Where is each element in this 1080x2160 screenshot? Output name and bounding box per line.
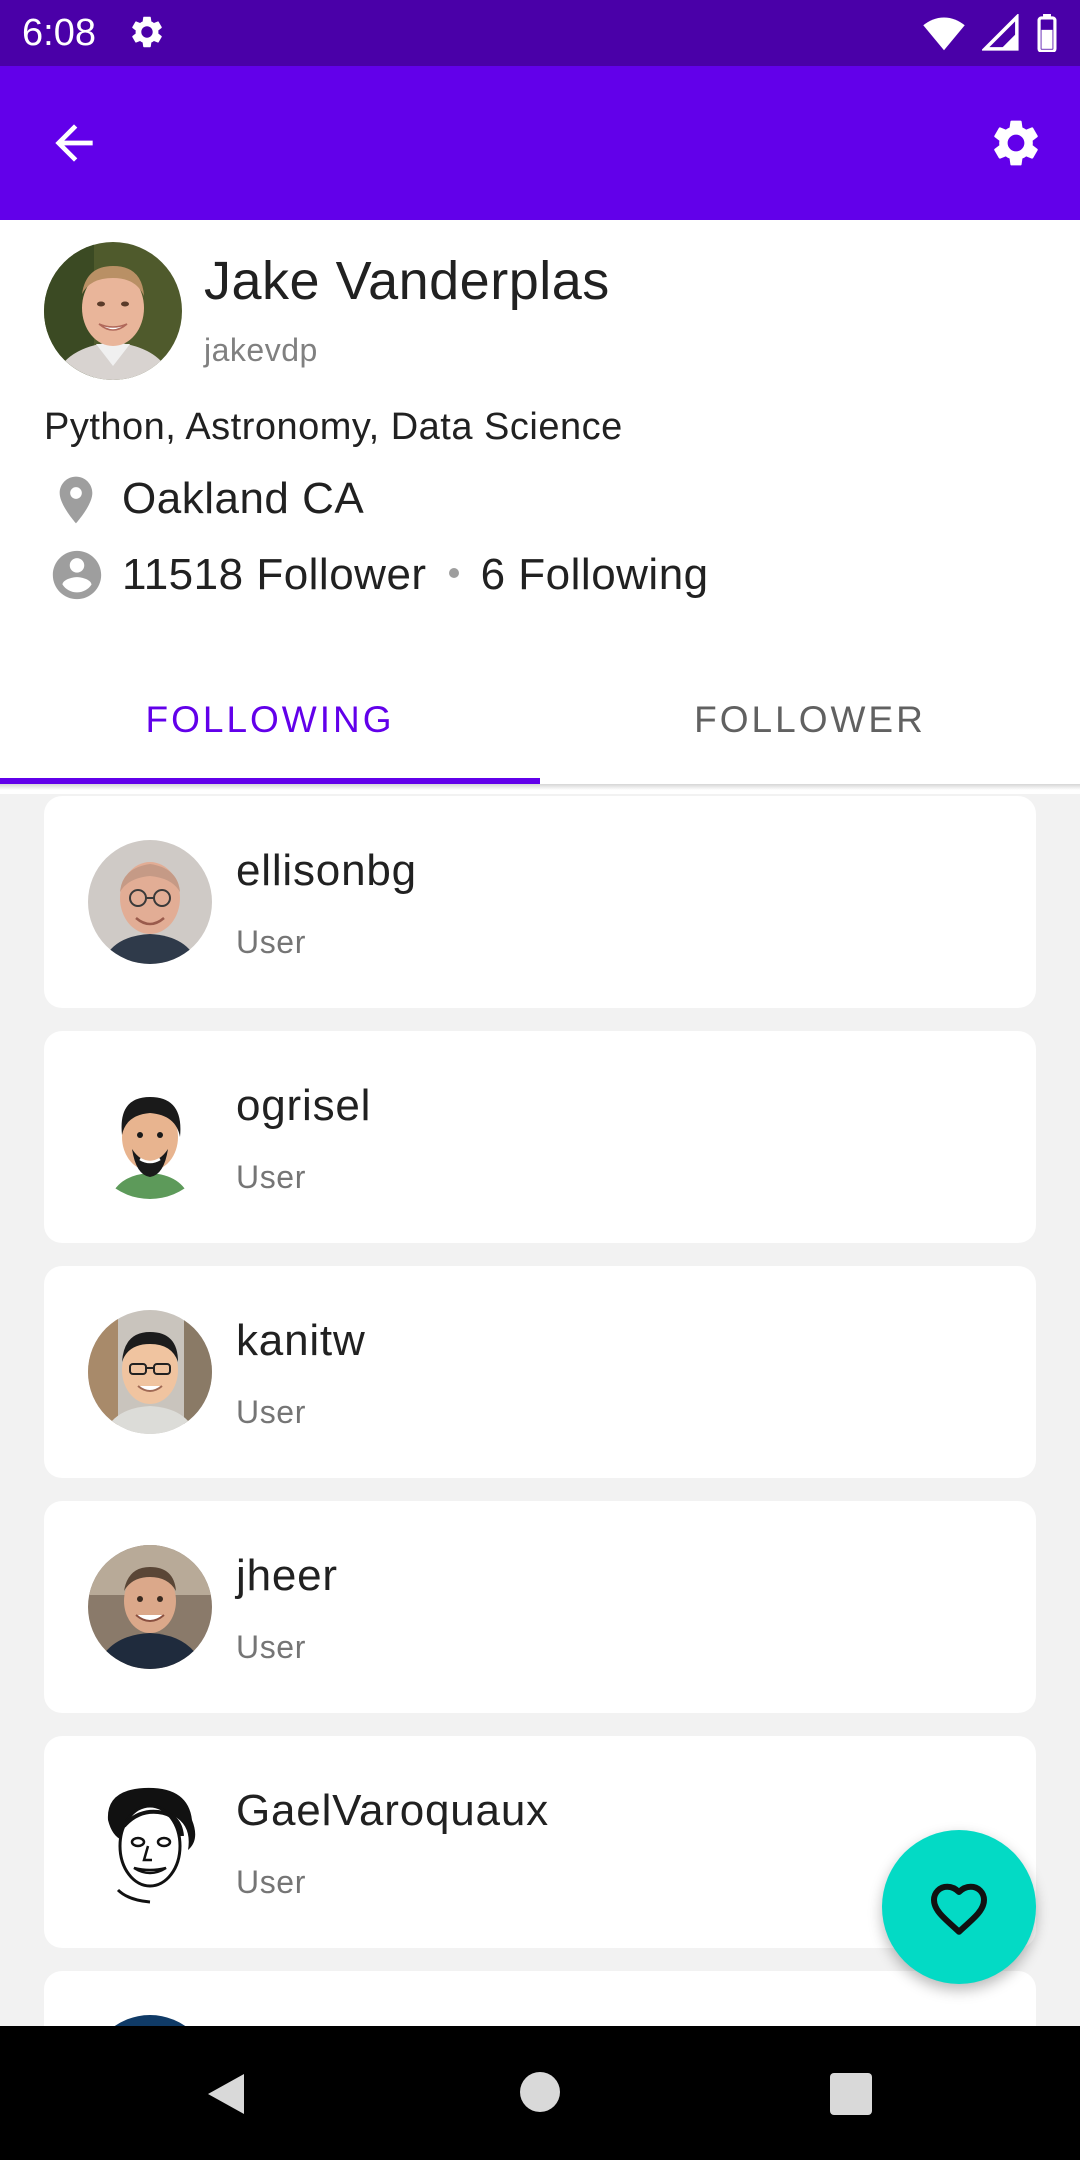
user-type: User <box>236 1159 306 1195</box>
user-type: User <box>236 924 306 960</box>
nav-home-button[interactable] <box>520 2072 560 2112</box>
status-bar: 6:08 <box>0 0 1080 66</box>
list-item[interactable] <box>44 1971 1036 2026</box>
avatar <box>88 1075 212 1199</box>
list-item[interactable]: ellisonbg User <box>44 796 1036 1008</box>
user-type: User <box>236 1864 306 1900</box>
user-type: User <box>236 1629 306 1665</box>
tab-bar: FOLLOWING FOLLOWER <box>0 636 1080 784</box>
heart-outline-icon <box>931 1883 987 1935</box>
user-type: User <box>236 1394 306 1430</box>
profile-name: Jake Vanderplas <box>204 251 610 311</box>
user-name: kanitw <box>236 1316 366 1365</box>
status-icons <box>911 14 1058 52</box>
account-circle-icon <box>48 546 106 609</box>
user-name: GaelVaroquaux <box>236 1786 549 1835</box>
gear-icon <box>994 120 1038 166</box>
status-time: 6:08 <box>22 12 96 54</box>
avatar <box>88 2015 212 2026</box>
avatar <box>88 1310 212 1434</box>
app-bar <box>0 66 1080 220</box>
wifi-icon <box>923 17 965 51</box>
list-item[interactable]: kanitw User <box>44 1266 1036 1478</box>
profile-login: jakevdp <box>204 332 318 368</box>
avatar <box>44 242 182 380</box>
avatar <box>88 840 212 964</box>
profile-location: Oakland CA <box>122 474 365 523</box>
system-nav-bar <box>0 2026 1080 2160</box>
profile-bio: Python, Astronomy, Data Science <box>44 406 623 448</box>
settings-button[interactable] <box>988 115 1044 171</box>
triangle-back-icon <box>208 2074 244 2114</box>
list-item[interactable]: jheer User <box>44 1501 1036 1713</box>
nav-back-button[interactable] <box>204 2070 248 2123</box>
separator-dot <box>448 568 459 579</box>
user-name: ogrisel <box>236 1081 372 1130</box>
tab-following[interactable]: FOLLOWING <box>0 636 540 784</box>
follow-counts: 11518 Follower 6 Following <box>122 550 709 600</box>
user-name: jheer <box>236 1551 338 1600</box>
nav-recents-button[interactable] <box>830 2073 872 2115</box>
back-button[interactable] <box>46 115 102 171</box>
arrow-left-icon <box>55 124 93 162</box>
tab-follower[interactable]: FOLLOWER <box>540 636 1080 784</box>
user-name: ellisonbg <box>236 846 417 895</box>
battery-icon <box>1037 14 1057 52</box>
gear-icon <box>128 13 166 56</box>
list-item[interactable]: ogrisel User <box>44 1031 1036 1243</box>
follower-count: 11518 Follower <box>122 550 427 599</box>
favorite-fab[interactable] <box>882 1830 1036 1984</box>
avatar <box>88 1545 212 1669</box>
location-pin-icon <box>48 470 104 535</box>
avatar <box>88 1780 212 1904</box>
signal-icon <box>981 14 1019 51</box>
following-count: 6 Following <box>480 550 709 599</box>
